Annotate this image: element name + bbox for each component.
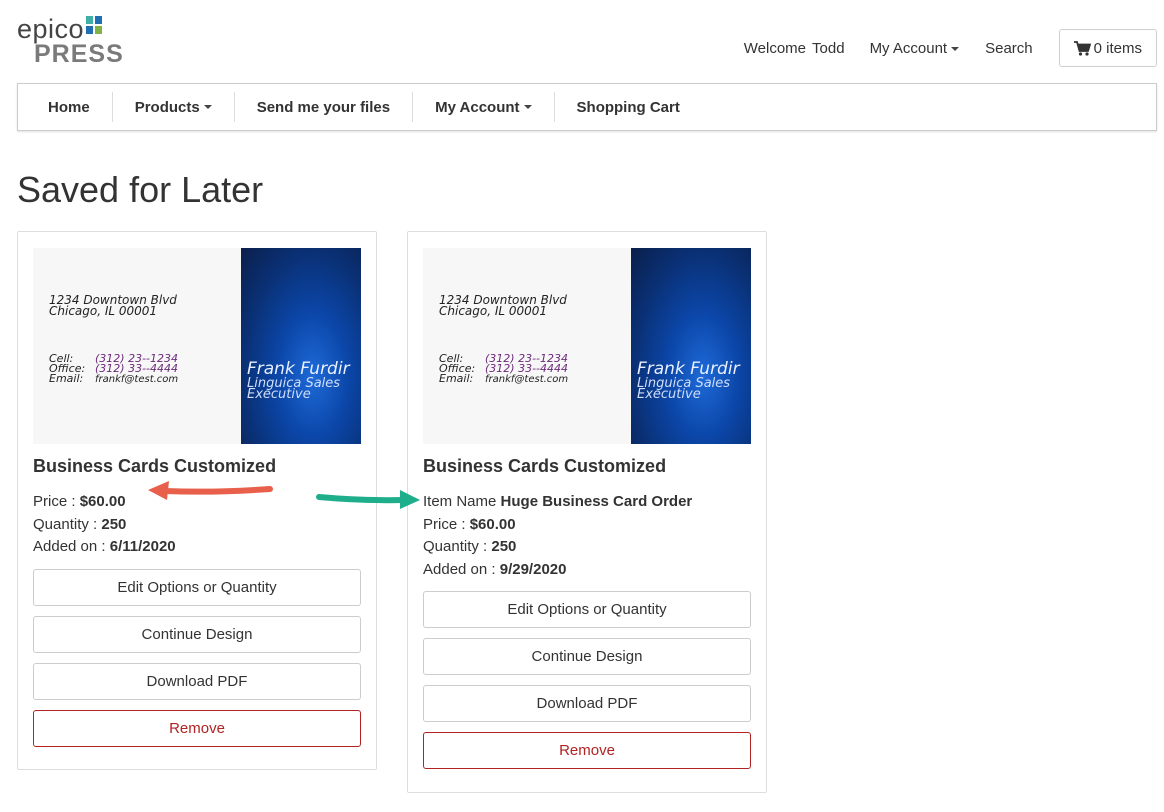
continue-design-button[interactable]: Continue Design [423,638,751,675]
quantity-value: 250 [491,538,517,555]
added-on-value: 6/11/2020 [109,538,176,555]
price-label: Price : [423,515,466,533]
added-on-row: Added on : 6/11/2020 [33,536,361,559]
card-contacts: Cell: (312) 23--1234 Office: (312) 33--444… [49,353,179,385]
edit-options-button[interactable]: Edit Options or Quantity [423,591,751,628]
card-person-title-line2: Executive [637,387,701,402]
quantity-label: Quantity : [33,515,98,533]
nav-products-label: Products [134,98,200,116]
card-email-value: frankf@test.com [95,374,179,385]
logo-squares-icon [86,16,103,35]
top-nav: Welcome Todd My Account Search 0 items [744,29,1157,67]
nav-home[interactable]: Home [18,92,113,122]
red-arrow-annotation [148,481,273,500]
product-name: Business Cards Customized [33,456,277,476]
item-name-value: Huge Business Card Order [500,493,693,510]
cart-icon [1073,40,1091,56]
main-nav: Home Products Send me your files My Acco… [17,83,1157,131]
saved-item-card: 1234 Downtown Blvd Chicago, IL 00001 Cel… [407,231,767,793]
card-email-label: Email: [49,372,84,385]
card-blue-panel: Frank Furdir Linguica Sales Executive [631,248,751,444]
item-meta: Item Name Huge Business Card Order Price… [423,491,751,581]
cart-button[interactable]: 0 items [1058,29,1157,67]
remove-button[interactable]: Remove [33,709,361,747]
card-address: 1234 Downtown Blvd Chicago, IL 00001 [439,294,567,318]
quantity-value: 250 [101,515,127,533]
card-address-line2: Chicago, IL 00001 [49,304,158,318]
nav-my-account-label: My Account [435,98,520,116]
caret-down-icon [523,105,532,109]
continue-design-button[interactable]: Continue Design [33,615,361,653]
item-name-row: Item Name Huge Business Card Order [423,491,751,514]
download-pdf-button[interactable]: Download PDF [423,685,751,722]
added-on-label: Added on : [33,538,106,555]
nav-products[interactable]: Products [113,92,235,122]
nav-send-files[interactable]: Send me your files [235,92,414,122]
quantity-label: Quantity : [423,538,488,555]
card-person-title-line2: Executive [247,387,311,402]
quantity-row: Quantity : 250 [423,536,751,559]
my-account-label: My Account [869,39,948,57]
added-on-value: 9/29/2020 [499,560,567,578]
price-value: $60.00 [79,493,126,510]
nav-shopping-cart[interactable]: Shopping Cart [555,92,702,122]
cart-count: 0 items [1093,39,1142,57]
remove-button[interactable]: Remove [423,732,751,769]
business-card-preview[interactable]: 1234 Downtown Blvd Chicago, IL 00001 Cel… [33,248,361,444]
card-address: 1234 Downtown Blvd Chicago, IL 00001 [49,294,177,318]
added-on-label: Added on : [423,560,496,578]
card-email-value: frankf@test.com [485,374,569,385]
price-value: $60.00 [469,515,516,533]
caret-down-icon [951,46,960,51]
price-label: Price : [33,493,76,510]
quantity-row: Quantity : 250 [33,514,361,537]
logo[interactable]: epico PRESS [17,14,123,68]
business-card-preview[interactable]: 1234 Downtown Blvd Chicago, IL 00001 Cel… [423,248,751,444]
my-account-dropdown[interactable]: My Account [870,40,960,57]
card-address-line2: Chicago, IL 00001 [439,304,548,318]
logo-text-press: PRESS [34,40,124,68]
card-contacts: Cell: (312) 23--1234 Office: (312) 33--444… [439,353,569,385]
green-arrow-annotation [316,490,420,509]
welcome-label: Welcome [743,39,807,57]
welcome-text: Welcome Todd [744,40,845,57]
item-name-label: Item Name [423,493,497,510]
page-title: Saved for Later [17,169,264,210]
card-blue-panel: Frank Furdir Linguica Sales Executive [241,248,361,444]
edit-options-button[interactable]: Edit Options or Quantity [33,568,361,606]
added-on-row: Added on : 9/29/2020 [423,559,751,582]
download-pdf-button[interactable]: Download PDF [33,662,361,700]
user-name: Todd [812,39,845,57]
price-row: Price : $60.00 [423,514,751,537]
caret-down-icon [203,105,212,109]
nav-my-account[interactable]: My Account [413,92,555,122]
product-name: Business Cards Customized [423,456,667,476]
search-link[interactable]: Search [985,40,1033,57]
card-email-label: Email: [439,372,474,385]
